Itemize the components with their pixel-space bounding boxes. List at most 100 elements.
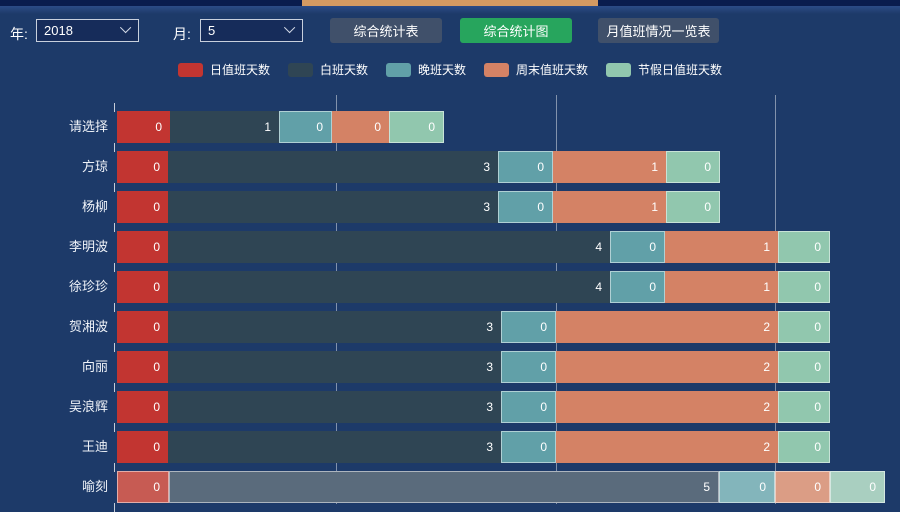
bar-segment[interactable]: 0 [666, 151, 720, 183]
bar-row: 03020 [117, 311, 830, 343]
bar-segment[interactable]: 0 [117, 311, 168, 343]
bar-segment[interactable]: 0 [775, 471, 830, 503]
top-strip [0, 0, 900, 6]
legend-item[interactable]: 晚班天数 [386, 61, 466, 78]
bar-value-label: 0 [814, 480, 821, 494]
legend-swatch [606, 63, 631, 77]
bar-segment[interactable]: 0 [610, 271, 665, 303]
bar-segment[interactable]: 3 [168, 191, 498, 223]
bar-segment[interactable]: 0 [501, 391, 556, 423]
bar-row: 04010 [117, 271, 830, 303]
bar-row: 03020 [117, 431, 830, 463]
axis-tick [114, 503, 115, 512]
bar-segment[interactable]: 0 [719, 471, 775, 503]
legend-swatch [484, 63, 509, 77]
bar-value-label: 3 [486, 400, 493, 414]
bar-segment[interactable]: 0 [778, 391, 830, 423]
bar-segment[interactable]: 0 [498, 151, 553, 183]
bar-segment[interactable]: 0 [117, 391, 168, 423]
bar-segment[interactable]: 2 [556, 311, 778, 343]
bar-value-label: 1 [651, 200, 658, 214]
monthly-duty-overview-button[interactable]: 月值班情况一览表 [598, 18, 719, 43]
month-value: 5 [208, 23, 215, 38]
bar-segment[interactable]: 0 [117, 351, 168, 383]
month-select[interactable]: 5 [200, 19, 303, 42]
summary-chart-button[interactable]: 综合统计图 [460, 18, 572, 43]
axis-tick [114, 183, 115, 192]
bar-segment[interactable]: 0 [778, 431, 830, 463]
bar-segment[interactable]: 1 [665, 231, 778, 263]
bar-segment[interactable]: 4 [168, 231, 610, 263]
bar-value-label: 2 [763, 400, 770, 414]
bar-value-label: 0 [814, 360, 821, 374]
legend-swatch [386, 63, 411, 77]
bar-segment[interactable]: 0 [830, 471, 885, 503]
bar-segment[interactable]: 0 [666, 191, 720, 223]
bar-segment[interactable]: 0 [117, 271, 168, 303]
bar-value-label: 0 [540, 400, 547, 414]
bar-segment[interactable]: 1 [665, 271, 778, 303]
bar-segment[interactable]: 0 [279, 111, 332, 143]
bar-segment[interactable]: 5 [169, 471, 719, 503]
axis-tick [114, 423, 115, 432]
bar-value-label: 0 [759, 480, 766, 494]
bar-segment[interactable]: 2 [556, 391, 778, 423]
chart-legend: 日值班天数 白班天数 晚班天数 周末值班天数 节假日值班天数 [0, 61, 900, 78]
axis-tick [114, 103, 115, 112]
bar-segment[interactable]: 1 [553, 191, 666, 223]
row-label: 请选择 [0, 111, 108, 143]
bar-segment[interactable]: 0 [117, 431, 168, 463]
bar-value-label: 0 [537, 200, 544, 214]
bar-value-label: 2 [763, 440, 770, 454]
bar-segment[interactable]: 0 [117, 111, 170, 143]
bar-value-label: 0 [153, 200, 160, 214]
bar-segment[interactable]: 0 [498, 191, 553, 223]
axis-tick [114, 343, 115, 352]
bar-segment[interactable]: 0 [389, 111, 444, 143]
bar-segment[interactable]: 0 [117, 191, 168, 223]
bar-segment[interactable]: 4 [168, 271, 610, 303]
year-select[interactable]: 2018 [36, 19, 139, 42]
bar-segment[interactable]: 2 [556, 431, 778, 463]
bar-segment[interactable]: 0 [778, 271, 830, 303]
bar-segment[interactable]: 1 [553, 151, 666, 183]
legend-item[interactable]: 日值班天数 [178, 61, 270, 78]
bar-segment[interactable]: 3 [168, 391, 501, 423]
bar-value-label: 3 [483, 160, 490, 174]
row-label: 方琼 [0, 151, 108, 183]
bar-row: 03020 [117, 351, 830, 383]
bar-value-label: 0 [869, 480, 876, 494]
bar-segment[interactable]: 0 [501, 431, 556, 463]
legend-swatch [178, 63, 203, 77]
bar-segment[interactable]: 3 [168, 311, 501, 343]
bar-segment[interactable]: 0 [332, 111, 389, 143]
bar-segment[interactable]: 0 [610, 231, 665, 263]
bar-value-label: 3 [486, 440, 493, 454]
bar-segment[interactable]: 0 [778, 351, 830, 383]
bar-segment[interactable]: 0 [501, 311, 556, 343]
bar-segment[interactable]: 3 [168, 151, 498, 183]
summary-table-button[interactable]: 综合统计表 [330, 18, 442, 43]
row-label: 喻刻 [0, 471, 108, 503]
bar-value-label: 3 [483, 200, 490, 214]
bar-segment[interactable]: 0 [117, 471, 169, 503]
bar-value-label: 0 [814, 240, 821, 254]
bar-value-label: 0 [153, 240, 160, 254]
bar-segment[interactable]: 0 [778, 311, 830, 343]
bar-segment[interactable]: 0 [117, 231, 168, 263]
bar-segment[interactable]: 3 [168, 431, 501, 463]
bar-segment[interactable]: 0 [117, 151, 168, 183]
legend-item[interactable]: 白班天数 [288, 61, 368, 78]
bar-value-label: 0 [428, 120, 435, 134]
bar-segment[interactable]: 1 [170, 111, 279, 143]
bar-value-label: 0 [814, 320, 821, 334]
bar-value-label: 0 [540, 320, 547, 334]
legend-item[interactable]: 周末值班天数 [484, 61, 588, 78]
legend-label: 日值班天数 [210, 61, 270, 78]
bar-segment[interactable]: 0 [501, 351, 556, 383]
bar-value-label: 0 [155, 120, 162, 134]
bar-segment[interactable]: 3 [168, 351, 501, 383]
bar-segment[interactable]: 2 [556, 351, 778, 383]
legend-item[interactable]: 节假日值班天数 [606, 61, 722, 78]
bar-segment[interactable]: 0 [778, 231, 830, 263]
